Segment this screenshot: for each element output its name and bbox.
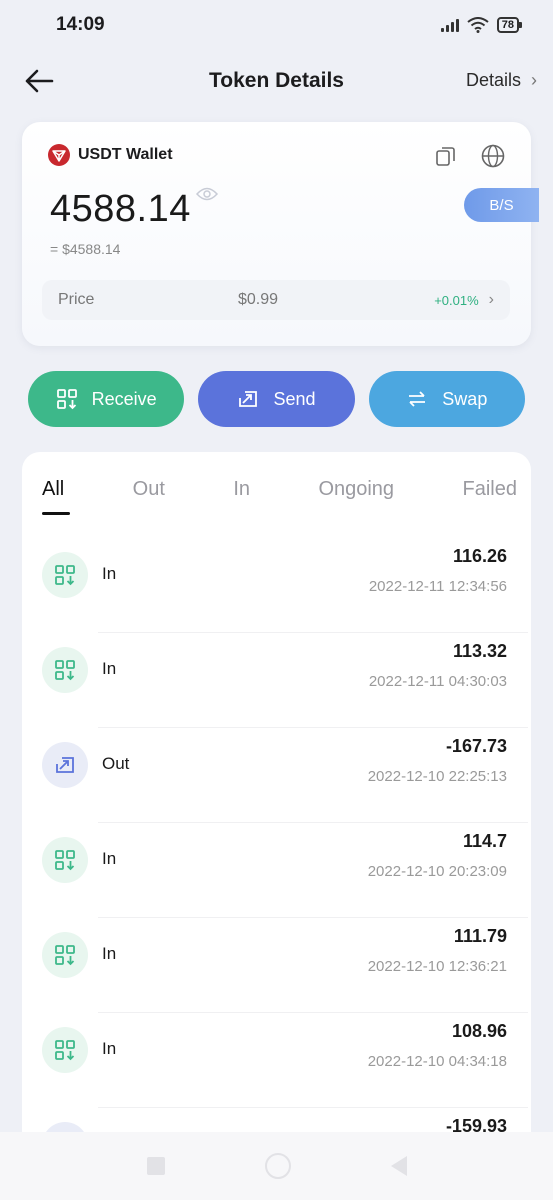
header: Token Details Details › — [0, 58, 553, 104]
receive-icon — [42, 1027, 88, 1073]
status-time: 14:09 — [56, 14, 105, 35]
receive-button[interactable]: Receive — [28, 371, 185, 427]
send-button[interactable]: Send — [198, 371, 355, 427]
tron-icon — [48, 144, 70, 166]
action-buttons: Receive Send Swap — [28, 371, 525, 427]
buy-sell-button[interactable]: B/S — [464, 188, 539, 222]
tx-row[interactable]: In 114.7 2022-12-10 20:23:09 — [22, 823, 531, 918]
signal-icon — [440, 18, 459, 32]
fiat-value: = $4588.14 — [50, 241, 121, 257]
transactions-panel: All Out In Ongoing Failed In 116.26 2022… — [22, 452, 531, 1200]
details-link[interactable]: Details › — [466, 70, 537, 91]
tx-amount: -167.73 — [445, 736, 507, 756]
globe-icon[interactable] — [480, 143, 506, 169]
tx-type: In — [102, 1039, 117, 1058]
back-arrow-icon[interactable] — [24, 68, 54, 94]
battery-icon: 78 — [496, 17, 523, 33]
details-label: Details — [465, 70, 521, 90]
tx-time: 2022-12-10 04:34:18 — [367, 1053, 507, 1070]
tx-amount: 113.32 — [452, 641, 507, 661]
tx-time: 2022-12-11 12:34:56 — [368, 578, 507, 595]
swap-button[interactable]: Swap — [368, 371, 525, 427]
receive-label: Receive — [91, 388, 157, 409]
receive-icon — [42, 552, 88, 598]
price-label: Price — [58, 291, 95, 308]
tab-in[interactable]: In — [233, 478, 250, 518]
recents-icon[interactable] — [146, 1157, 165, 1175]
receive-icon — [42, 647, 88, 693]
tx-type: Out — [102, 754, 130, 773]
price-value: $0.99 — [238, 291, 279, 308]
price-change: +0.01% — [434, 292, 479, 308]
tx-amount: 116.26 — [452, 546, 507, 566]
swap-icon — [409, 391, 426, 407]
tx-row[interactable]: Out -167.73 2022-12-10 22:25:13 — [22, 728, 531, 823]
tx-time: 2022-12-10 12:36:21 — [367, 958, 507, 975]
tx-amount: 108.96 — [451, 1021, 507, 1041]
tab-out[interactable]: Out — [133, 478, 165, 518]
tx-type: In — [102, 849, 117, 868]
page-title: Token Details — [209, 69, 344, 92]
price-row[interactable]: Price $0.99 +0.01% › — [42, 280, 510, 320]
tx-row[interactable]: In 116.26 2022-12-11 12:34:56 — [22, 538, 531, 633]
tx-time: 2022-12-11 04:30:03 — [368, 673, 507, 690]
status-bar: 14:09 78 — [0, 0, 553, 50]
tx-time: 2022-12-10 20:23:09 — [367, 863, 507, 880]
eye-icon[interactable] — [196, 186, 218, 202]
tab-ongoing[interactable]: Ongoing — [318, 478, 394, 518]
tab-label: All — [42, 478, 65, 500]
receive-icon — [42, 837, 88, 883]
tx-tabs: All Out In Ongoing Failed — [42, 478, 517, 518]
copy-icon[interactable] — [434, 144, 458, 168]
tx-type: In — [102, 944, 117, 963]
tx-list: In 116.26 2022-12-11 12:34:56 In 113.32 … — [22, 538, 531, 1200]
tab-failed[interactable]: Failed — [462, 478, 516, 518]
home-icon[interactable] — [264, 1153, 291, 1179]
tab-underline — [42, 512, 70, 515]
tx-time: 2022-12-10 22:25:13 — [367, 768, 507, 785]
wifi-icon — [467, 17, 489, 33]
send-icon — [42, 742, 88, 788]
status-icons: 78 — [440, 17, 523, 33]
tx-row[interactable]: In 108.96 2022-12-10 04:34:18 — [22, 1013, 531, 1108]
tx-amount: 111.79 — [453, 926, 507, 946]
receive-icon — [42, 932, 88, 978]
tx-amount: 114.7 — [462, 831, 507, 851]
wallet-card: USDT Wallet 4588.14 B/S = $4588.14 Price… — [22, 122, 539, 346]
send-icon — [239, 391, 258, 407]
balance-amount: 4588.14 — [50, 188, 191, 230]
tx-row[interactable]: In 111.79 2022-12-10 12:36:21 — [22, 918, 531, 1013]
wallet-name-row: USDT Wallet — [48, 144, 173, 166]
tx-type: In — [102, 659, 117, 678]
receive-icon — [56, 389, 77, 410]
tx-type: In — [102, 564, 117, 583]
swap-label: Swap — [442, 388, 488, 409]
chevron-right-icon: › — [488, 291, 494, 308]
system-nav-bar — [0, 1132, 553, 1200]
tx-row[interactable]: In 113.32 2022-12-11 04:30:03 — [22, 633, 531, 728]
back-icon[interactable] — [390, 1156, 407, 1176]
tab-all[interactable]: All — [42, 478, 70, 518]
chevron-right-icon: › — [531, 70, 537, 90]
wallet-name: USDT Wallet — [78, 146, 173, 163]
send-label: Send — [273, 388, 316, 409]
